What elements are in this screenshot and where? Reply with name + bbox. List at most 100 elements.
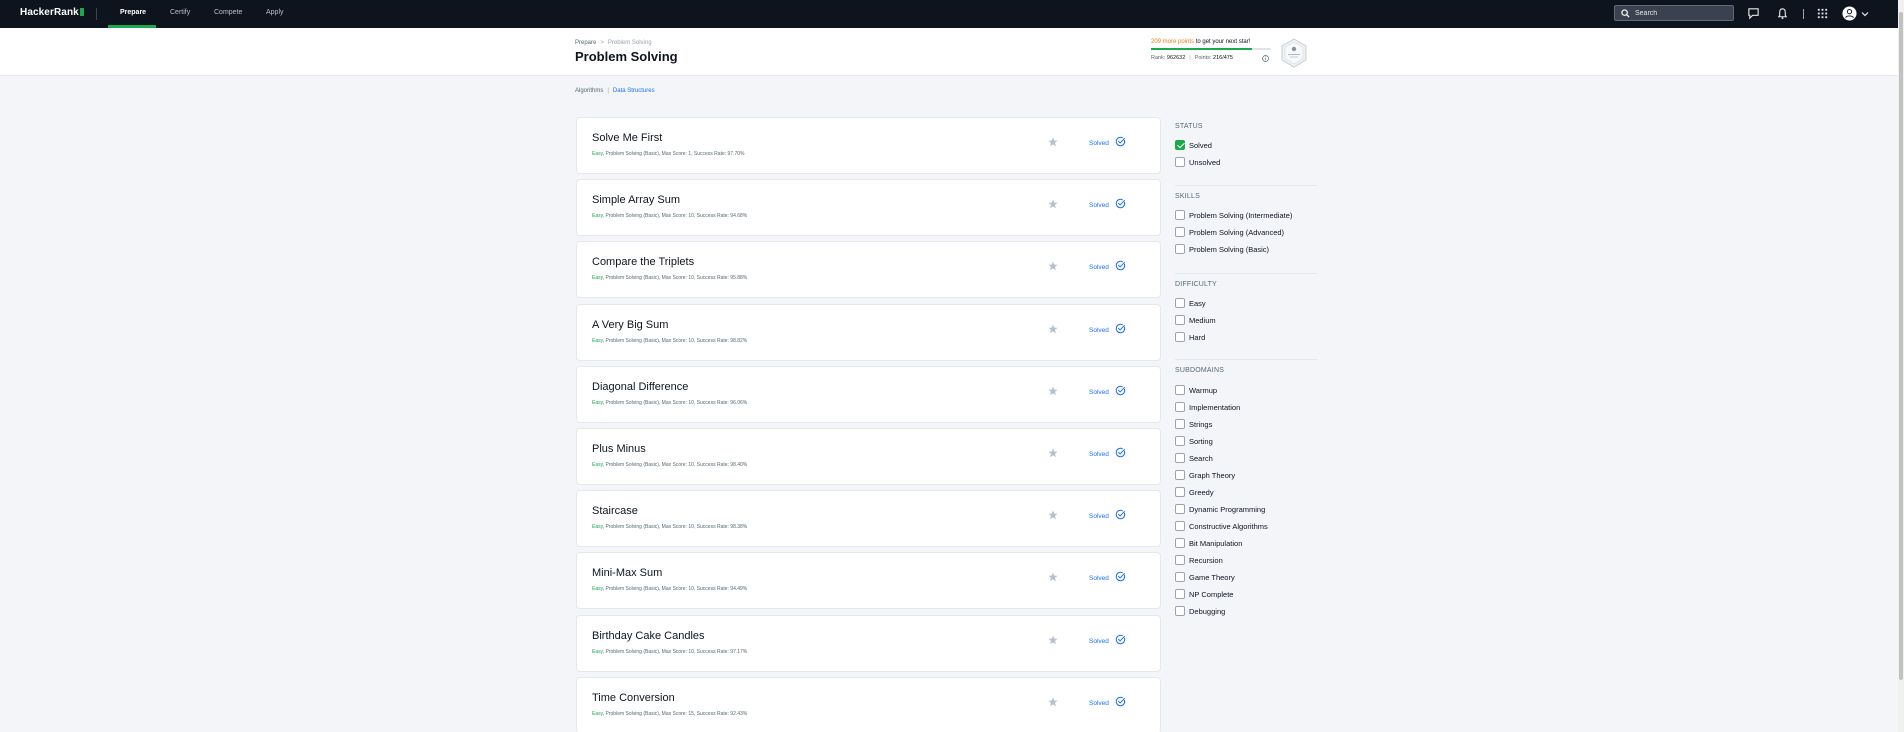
bookmark-star-icon[interactable] — [1048, 324, 1058, 334]
filter-checkbox[interactable] — [1175, 470, 1185, 480]
filter-option-subdomains[interactable]: Search — [1175, 452, 1213, 464]
bookmark-star-icon[interactable] — [1048, 510, 1058, 520]
challenge-card[interactable]: Compare the Triplets Easy, Problem Solvin… — [576, 241, 1161, 298]
filter-checkbox[interactable] — [1175, 157, 1185, 167]
challenge-status[interactable]: Solved — [1089, 389, 1109, 396]
bookmark-star-icon[interactable] — [1048, 572, 1058, 582]
filter-checkbox[interactable] — [1175, 572, 1185, 582]
challenge-card[interactable]: Solve Me First Easy, Problem Solving (Bas… — [576, 117, 1161, 174]
challenge-title[interactable]: Plus Minus — [592, 443, 646, 455]
challenge-card[interactable]: Staircase Easy, Problem Solving (Basic), … — [576, 490, 1161, 547]
filter-checkbox[interactable] — [1175, 606, 1185, 616]
filter-option-skills[interactable]: Problem Solving (Intermediate) — [1175, 209, 1292, 221]
filter-option-status[interactable]: Solved — [1175, 139, 1212, 151]
user-avatar-icon[interactable] — [1842, 6, 1857, 21]
challenge-status[interactable]: Solved — [1089, 264, 1109, 271]
filter-checkbox[interactable] — [1175, 538, 1185, 548]
filter-checkbox[interactable] — [1175, 385, 1185, 395]
challenge-card[interactable]: A Very Big Sum Easy, Problem Solving (Bas… — [576, 304, 1161, 361]
challenge-card[interactable]: Mini-Max Sum Easy, Problem Solving (Basic… — [576, 552, 1161, 609]
chevron-down-icon[interactable] — [1861, 10, 1869, 18]
filter-checkbox[interactable] — [1175, 521, 1185, 531]
filter-checkbox[interactable] — [1175, 315, 1185, 325]
filter-option-difficulty[interactable]: Medium — [1175, 314, 1216, 326]
filter-option-subdomains[interactable]: Dynamic Programming — [1175, 503, 1265, 515]
bookmark-star-icon[interactable] — [1048, 448, 1058, 458]
nav-link-prepare[interactable]: Prepare — [120, 9, 146, 16]
challenge-card[interactable]: Plus Minus Easy, Problem Solving (Basic),… — [576, 428, 1161, 485]
challenge-status[interactable]: Solved — [1089, 513, 1109, 520]
bookmark-star-icon[interactable] — [1048, 261, 1058, 271]
filter-checkbox[interactable] — [1175, 210, 1185, 220]
filter-checkbox[interactable] — [1175, 436, 1185, 446]
filter-checkbox[interactable] — [1175, 244, 1185, 254]
nav-link-certify[interactable]: Certify — [170, 9, 190, 16]
bookmark-star-icon[interactable] — [1048, 386, 1058, 396]
filter-checkbox[interactable] — [1175, 402, 1185, 412]
challenge-card[interactable]: Birthday Cake Candles Easy, Problem Solvi… — [576, 615, 1161, 672]
challenge-title[interactable]: Simple Array Sum — [592, 194, 680, 206]
filter-checkbox[interactable] — [1175, 332, 1185, 342]
filter-checkbox[interactable] — [1175, 453, 1185, 463]
filter-option-status[interactable]: Unsolved — [1175, 156, 1220, 168]
filter-option-subdomains[interactable]: Warmup — [1175, 384, 1217, 396]
challenge-card[interactable]: Simple Array Sum Easy, Problem Solving (B… — [576, 179, 1161, 236]
breadcrumb-prepare[interactable]: Prepare — [575, 40, 596, 46]
challenge-status[interactable]: Solved — [1089, 140, 1109, 147]
challenge-status[interactable]: Solved — [1089, 327, 1109, 334]
filter-option-subdomains[interactable]: Implementation — [1175, 401, 1240, 413]
filter-option-subdomains[interactable]: Debugging — [1175, 605, 1225, 617]
filter-checkbox[interactable] — [1175, 504, 1185, 514]
filter-option-subdomains[interactable]: Game Theory — [1175, 571, 1235, 583]
filter-checkbox[interactable] — [1175, 555, 1185, 565]
filter-option-difficulty[interactable]: Easy — [1175, 297, 1206, 309]
challenge-status[interactable]: Solved — [1089, 202, 1109, 209]
challenge-title[interactable]: Staircase — [592, 505, 638, 517]
page-scrollbar[interactable] — [1898, 0, 1904, 732]
filter-checkbox[interactable] — [1175, 227, 1185, 237]
filter-option-subdomains[interactable]: Graph Theory — [1175, 469, 1235, 481]
challenge-status[interactable]: Solved — [1089, 451, 1109, 458]
bookmark-star-icon[interactable] — [1048, 137, 1058, 147]
tab-algorithms[interactable]: Algorithms — [575, 88, 603, 94]
filter-option-subdomains[interactable]: Strings — [1175, 418, 1212, 430]
challenge-status[interactable]: Solved — [1089, 638, 1109, 645]
apps-grid-icon[interactable] — [1816, 7, 1829, 20]
filter-checkbox[interactable] — [1175, 298, 1185, 308]
notifications-icon[interactable] — [1776, 7, 1789, 20]
challenge-title[interactable]: Solve Me First — [592, 132, 662, 144]
nav-link-compete[interactable]: Compete — [214, 9, 242, 16]
filter-checkbox[interactable] — [1175, 589, 1185, 599]
hackerrank-logo[interactable]: HackerRank — [20, 7, 84, 18]
challenge-title[interactable]: Mini-Max Sum — [592, 567, 662, 579]
tab-data-structures[interactable]: Data Structures — [613, 88, 655, 94]
bookmark-star-icon[interactable] — [1048, 697, 1058, 707]
challenge-title[interactable]: Time Conversion — [592, 692, 675, 704]
problem-solving-badge-icon[interactable] — [1280, 38, 1308, 68]
filter-option-subdomains[interactable]: Recursion — [1175, 554, 1223, 566]
bookmark-star-icon[interactable] — [1048, 635, 1058, 645]
challenge-title[interactable]: Diagonal Difference — [592, 381, 688, 393]
messages-icon[interactable] — [1747, 7, 1760, 20]
filter-option-subdomains[interactable]: Bit Manipulation — [1175, 537, 1242, 549]
filter-checkbox[interactable] — [1175, 419, 1185, 429]
challenge-title[interactable]: Birthday Cake Candles — [592, 630, 705, 642]
filter-option-subdomains[interactable]: Constructive Algorithms — [1175, 520, 1268, 532]
challenge-status[interactable]: Solved — [1089, 700, 1109, 707]
filter-checkbox[interactable] — [1175, 487, 1185, 497]
scrollbar-thumb[interactable] — [1899, 12, 1903, 680]
filter-option-difficulty[interactable]: Hard — [1175, 331, 1205, 343]
filter-option-subdomains[interactable]: Sorting — [1175, 435, 1213, 447]
filter-checkbox[interactable] — [1175, 140, 1185, 150]
challenge-card[interactable]: Time Conversion Easy, Problem Solving (Ba… — [576, 677, 1161, 732]
challenge-title[interactable]: Compare the Triplets — [592, 256, 694, 268]
info-icon[interactable] — [1262, 55, 1269, 62]
challenge-title[interactable]: A Very Big Sum — [592, 319, 668, 331]
bookmark-star-icon[interactable] — [1048, 199, 1058, 209]
challenge-status[interactable]: Solved — [1089, 575, 1109, 582]
search-input[interactable] — [1635, 6, 1731, 20]
filter-option-skills[interactable]: Problem Solving (Advanced) — [1175, 226, 1284, 238]
filter-option-subdomains[interactable]: Greedy — [1175, 486, 1214, 498]
nav-link-apply[interactable]: Apply — [266, 9, 284, 16]
search-box[interactable] — [1614, 5, 1734, 21]
